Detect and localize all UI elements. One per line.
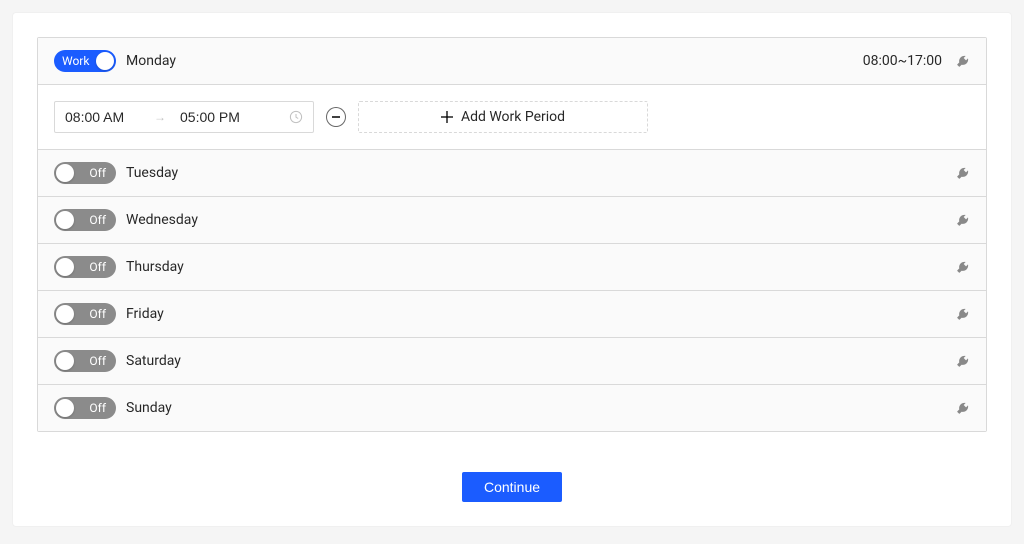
day-panel-header[interactable]: Off Friday [38,291,986,337]
wrench-icon [956,54,970,68]
work-toggle[interactable]: Off [54,256,116,278]
plus-icon [441,111,453,123]
day-panel: Off Tuesday [38,150,986,197]
wrench-icon [956,354,970,368]
work-toggle-label: Off [89,350,106,372]
work-toggle[interactable]: Off [54,350,116,372]
work-toggle-label: Off [89,303,106,325]
start-time-input[interactable] [65,109,140,125]
wrench-icon [956,166,970,180]
wrench-icon[interactable] [956,213,970,227]
wrench-icon [956,260,970,274]
footer: Continue [37,472,987,502]
continue-button[interactable]: Continue [462,472,562,502]
day-panel-header[interactable]: Off Tuesday [38,150,986,196]
wrench-icon[interactable] [956,260,970,274]
day-panel: Off Friday [38,291,986,338]
work-toggle-knob [56,352,74,370]
days-collapse: WorkMonday08:00~17:00 → Add Work PeriodO… [37,37,987,432]
work-toggle-knob [56,399,74,417]
day-panel-header[interactable]: Off Wednesday [38,197,986,243]
work-toggle[interactable]: Work [54,50,116,72]
work-toggle-label: Work [62,50,89,72]
day-name: Friday [126,306,164,322]
day-name: Monday [126,53,176,69]
time-range-picker[interactable]: → [54,101,314,133]
work-toggle[interactable]: Off [54,303,116,325]
work-toggle-knob [56,258,74,276]
day-panel: Off Thursday [38,244,986,291]
day-panel-header[interactable]: Off Saturday [38,338,986,384]
wrench-icon[interactable] [956,166,970,180]
day-panel: Work Monday 08:00~17:00 → Add Work Period [38,38,986,150]
day-name: Thursday [126,259,184,275]
end-time-input[interactable] [180,109,255,125]
wrench-icon[interactable] [956,354,970,368]
day-name: Tuesday [126,165,178,181]
day-panel-body: → Add Work Period [38,84,986,149]
work-toggle[interactable]: Off [54,162,116,184]
arrow-right-icon: → [154,110,166,124]
work-toggle-label: Off [89,209,106,231]
day-panel: Off Wednesday [38,197,986,244]
work-toggle-label: Off [89,162,106,184]
clock-icon [289,110,303,124]
day-panel: Off Saturday [38,338,986,385]
work-toggle-label: Off [89,397,106,419]
wrench-icon[interactable] [956,401,970,415]
wrench-icon [956,213,970,227]
work-toggle-knob [96,52,114,70]
day-panel-header[interactable]: Work Monday 08:00~17:00 [38,38,986,84]
wrench-icon [956,307,970,321]
work-toggle-knob [56,211,74,229]
day-time-summary: 08:00~17:00 [863,53,942,69]
work-toggle[interactable]: Off [54,397,116,419]
day-panel-header[interactable]: Off Sunday [38,385,986,431]
add-period-label: Add Work Period [461,109,565,125]
wrench-icon[interactable] [956,54,970,68]
schedule-card: WorkMonday08:00~17:00 → Add Work PeriodO… [12,12,1012,527]
work-toggle-knob [56,164,74,182]
work-toggle-knob [56,305,74,323]
day-panel-header[interactable]: Off Thursday [38,244,986,290]
day-name: Sunday [126,400,172,416]
add-period-button[interactable]: Add Work Period [358,101,648,133]
day-panel: Off Sunday [38,385,986,431]
remove-period-button[interactable] [326,107,346,127]
wrench-icon[interactable] [956,307,970,321]
wrench-icon [956,401,970,415]
work-toggle[interactable]: Off [54,209,116,231]
day-name: Wednesday [126,212,198,228]
work-toggle-label: Off [89,256,106,278]
minus-icon [332,116,340,117]
day-name: Saturday [126,353,181,369]
